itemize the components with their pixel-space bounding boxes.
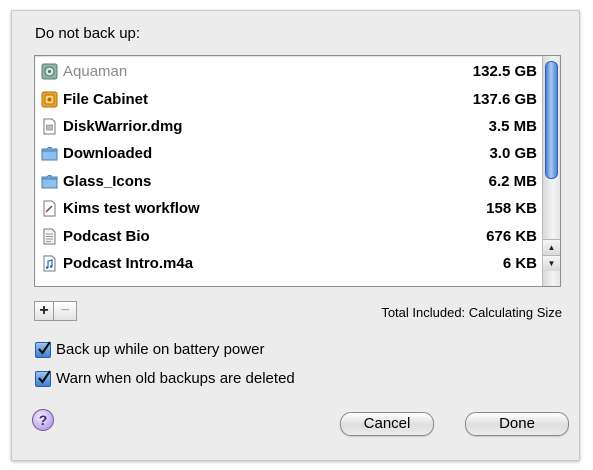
warn-checkbox[interactable] — [35, 369, 51, 387]
text-document-icon — [43, 228, 56, 245]
battery-checkbox[interactable] — [35, 340, 51, 358]
remove-button[interactable]: − — [54, 301, 77, 321]
file-name: Podcast Intro.m4a — [63, 254, 194, 272]
battery-option[interactable]: Back up while on battery power — [35, 340, 265, 358]
scrollbar-thumb[interactable] — [545, 61, 558, 179]
help-button[interactable]: ? — [32, 409, 54, 431]
checkmark-icon — [38, 340, 51, 355]
file-name: DiskWarrior.dmg — [63, 117, 183, 135]
dialog-heading: Do not back up: — [35, 25, 141, 42]
file-name: Glass_Icons — [63, 172, 152, 190]
list-scrollbar[interactable]: ▲ ▼ — [542, 56, 560, 286]
file-size: 6 KB — [502, 254, 537, 272]
scroll-down-icon[interactable]: ▼ — [543, 255, 560, 271]
exclusion-list[interactable]: Aquaman 132.5 GB File Cabinet 137.6 GB D… — [34, 55, 561, 287]
exclusion-rows: Aquaman 132.5 GB File Cabinet 137.6 GB D… — [35, 58, 541, 277]
file-size: 137.6 GB — [472, 90, 537, 108]
file-name: File Cabinet — [63, 90, 149, 108]
folder-icon — [41, 147, 58, 161]
warn-option[interactable]: Warn when old backups are deleted — [35, 369, 295, 387]
list-item[interactable]: Podcast Intro.m4a 6 KB — [35, 250, 541, 277]
list-item[interactable]: Downloaded 3.0 GB — [35, 140, 541, 167]
list-item[interactable]: Aquaman 132.5 GB — [35, 58, 541, 85]
file-name: Podcast Bio — [63, 227, 150, 245]
cancel-button[interactable]: Cancel — [340, 412, 434, 436]
list-item[interactable]: DiskWarrior.dmg 3.5 MB — [35, 113, 541, 140]
list-item[interactable]: File Cabinet 137.6 GB — [35, 85, 541, 112]
file-size: 158 KB — [486, 200, 537, 218]
drive-icon — [41, 63, 58, 80]
file-name: Downloaded — [63, 145, 153, 163]
scroll-up-icon[interactable]: ▲ — [543, 239, 560, 255]
done-button[interactable]: Done — [465, 412, 569, 436]
total-included-label: Total Included: Calculating Size — [381, 305, 562, 320]
audio-file-icon — [43, 255, 56, 272]
file-name: Kims test workflow — [63, 200, 200, 218]
checkmark-icon — [38, 369, 51, 384]
file-name: Aquaman — [63, 63, 128, 81]
battery-label: Back up while on battery power — [56, 341, 265, 358]
exclusions-dialog: Do not back up: Aquaman 132.5 GB File Ca… — [11, 10, 580, 461]
list-item[interactable]: Glass_Icons 6.2 MB — [35, 168, 541, 195]
list-item[interactable]: Kims test workflow 158 KB — [35, 195, 541, 222]
add-button[interactable]: + — [34, 301, 54, 321]
warn-label: Warn when old backups are deleted — [56, 370, 295, 387]
list-item[interactable]: Podcast Bio 676 KB — [35, 222, 541, 249]
workflow-document-icon — [43, 200, 56, 217]
external-drive-icon — [41, 91, 58, 108]
add-remove-buttons: + − — [34, 301, 77, 321]
folder-icon — [41, 174, 58, 189]
file-size: 676 KB — [486, 227, 537, 245]
document-icon — [43, 118, 56, 135]
file-size: 3.5 MB — [488, 117, 537, 135]
file-size: 3.0 GB — [489, 145, 537, 163]
file-size: 132.5 GB — [472, 63, 537, 81]
file-size: 6.2 MB — [488, 172, 537, 190]
